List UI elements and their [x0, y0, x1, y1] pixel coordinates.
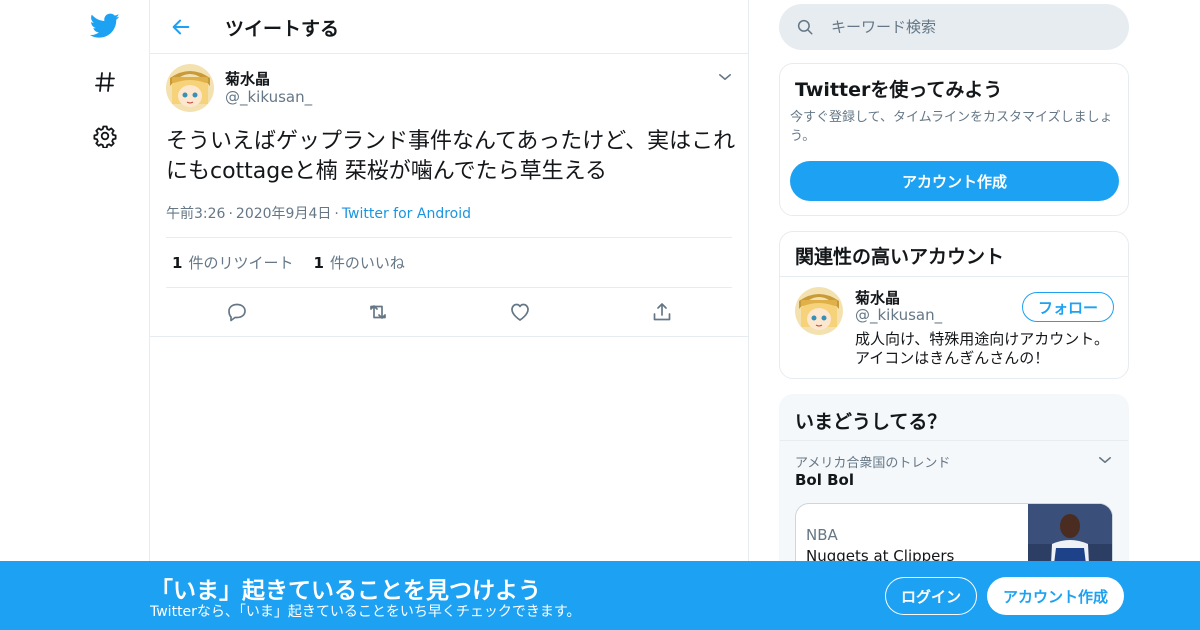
related-handle[interactable]: @_kikusan_ [855, 306, 942, 324]
back-button[interactable] [166, 12, 196, 42]
related-avatar[interactable] [795, 287, 843, 335]
signup-card-title: Twitterを使ってみよう [795, 79, 1003, 101]
related-accounts-card: 関連性の高いアカウント 菊水晶 @_kikusan_ フォロー 成人向け、特殊用… [779, 231, 1129, 379]
chevron-down-icon [1099, 457, 1111, 463]
signup-card: Twitterを使ってみよう 今すぐ登録して、タイムラインをカスタマイズしましょ… [779, 63, 1129, 216]
avatar-image [166, 64, 214, 112]
tweet-source-link[interactable]: Twitter for Android [342, 206, 471, 222]
trend-menu-button[interactable] [1096, 451, 1114, 469]
search-box[interactable] [779, 4, 1129, 50]
settings-link[interactable] [80, 114, 130, 158]
explore-link[interactable] [80, 60, 130, 104]
share-icon [653, 303, 671, 321]
news-category: NBA [806, 526, 838, 544]
chevron-down-icon [719, 74, 731, 80]
tweet-actions [150, 300, 748, 324]
tweet-date[interactable]: 2020年9月4日 [236, 206, 331, 222]
search-input[interactable] [829, 14, 1109, 40]
banner-title: 「いま」起きていることを見つけよう [150, 578, 541, 604]
trend-name[interactable]: Bol Bol [795, 471, 854, 489]
author-avatar[interactable] [166, 64, 214, 112]
back-arrow-icon [172, 19, 190, 35]
retweet-icon [370, 305, 386, 319]
twitter-home-link[interactable] [80, 4, 130, 48]
author-name[interactable]: 菊水晶 [225, 68, 270, 89]
tweet-time[interactable]: 午前3:26 [166, 206, 225, 222]
like-button[interactable] [508, 300, 532, 324]
hashtag-icon [95, 72, 115, 92]
related-bio: 成人向け、特殊用途向けアカウント。アイコンはきんぎんさんの！ [855, 330, 1109, 367]
create-account-button[interactable]: アカウント作成 [790, 161, 1119, 201]
heart-icon [511, 303, 529, 321]
retweet-count: 1 [172, 254, 183, 272]
login-button[interactable]: ログイン [885, 577, 977, 615]
related-card-title: 関連性の高いアカウント [795, 246, 1005, 268]
like-count: 1 [313, 254, 324, 272]
tweet-stats: 1 件のリツイート 1 件のいいね [166, 237, 732, 288]
tweet-menu-button[interactable] [716, 68, 734, 86]
like-label: 件のいいね [329, 254, 405, 272]
meta-separator: · [228, 206, 233, 222]
page-header: ツイートする [150, 0, 748, 54]
tweet: 菊水晶 @_kikusan_ そういえばゲップランド事件なんてあったけど、実はこ… [150, 54, 748, 337]
meta-separator: · [334, 206, 339, 222]
like-stat[interactable]: 1 件のいいね [313, 252, 404, 273]
author-handle[interactable]: @_kikusan_ [225, 88, 312, 106]
related-name[interactable]: 菊水晶 [855, 287, 900, 308]
reply-button[interactable] [225, 300, 249, 324]
divider [780, 440, 1128, 441]
avatar-image [795, 287, 843, 335]
follow-button[interactable]: フォロー [1022, 292, 1114, 322]
twitter-bird-icon [90, 13, 120, 38]
search-icon [797, 19, 813, 35]
tweet-text: そういえばゲップランド事件なんてあったけど、実はこれにもcottageと楠 栞桜… [166, 129, 736, 184]
reply-icon [228, 303, 246, 322]
banner-subtitle: Twitterなら、「いま」起きていることをいち早くチェックできます。 [150, 604, 581, 620]
retweet-button[interactable] [366, 300, 390, 324]
retweet-stat[interactable]: 1 件のリツイート [172, 252, 293, 273]
share-button[interactable] [650, 300, 674, 324]
banner-signup-button[interactable]: アカウント作成 [987, 577, 1124, 615]
tweet-timestamp: 午前3:26 · 2020年9月4日 · Twitter for Android [166, 203, 471, 223]
signup-banner: 「いま」起きていることを見つけよう Twitterなら、「いま」起きていることを… [0, 561, 1200, 630]
divider [780, 276, 1128, 277]
retweet-label: 件のリツイート [188, 254, 294, 272]
main-column: ツイートする 菊水晶 @_kikusan_ そういえばゲップランド事件なんてあっ… [149, 0, 749, 630]
gear-icon [93, 125, 117, 148]
trend-context: アメリカ合衆国のトレンド [795, 456, 951, 471]
trends-card-title: いまどうしてる？ [795, 411, 947, 433]
page-title: ツイートする [225, 18, 340, 40]
signup-card-subtitle: 今すぐ登録して、タイムラインをカスタマイズしましょう。 [790, 110, 1113, 144]
